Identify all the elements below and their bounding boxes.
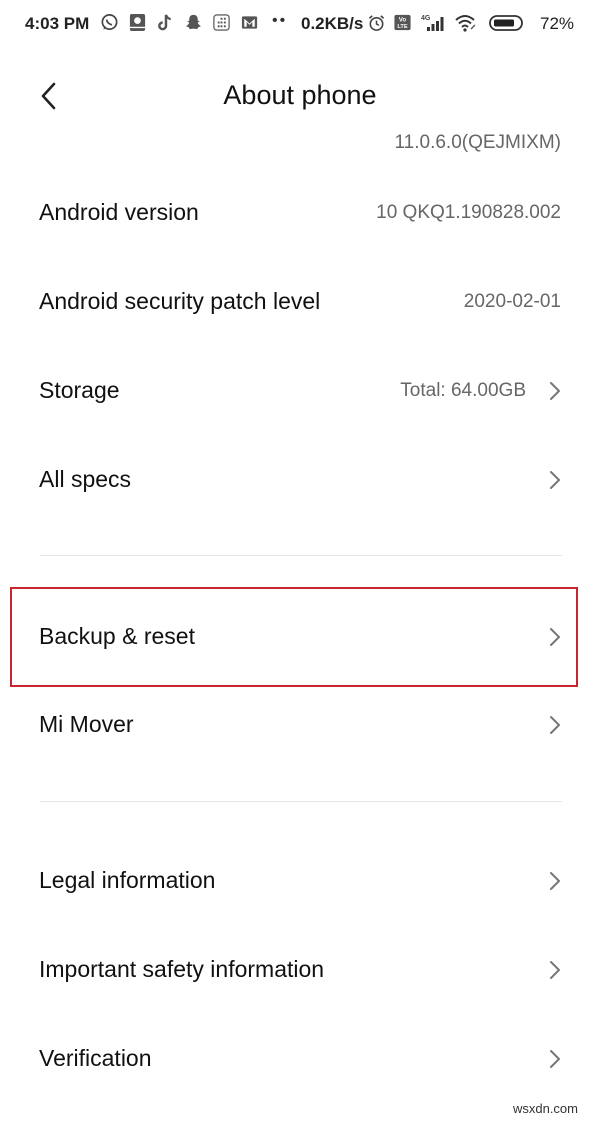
more-notifications-icon: •• <box>272 12 288 29</box>
chevron-right-icon <box>548 469 562 491</box>
status-time: 4:03 PM <box>25 14 90 33</box>
battery-percent: 72% <box>540 14 575 33</box>
row-label: Storage <box>39 377 120 403</box>
chevron-right-icon <box>548 380 562 402</box>
notification-icons <box>100 13 259 32</box>
volte-icon: Vo LTE <box>393 13 412 32</box>
row-label: Legal information <box>39 867 216 893</box>
calculator-icon <box>212 13 231 32</box>
row-all-specs[interactable]: All specs <box>0 435 600 524</box>
row-label: Verification <box>39 1045 152 1071</box>
row-label: Android security patch level <box>39 288 321 314</box>
row-label: Important safety information <box>39 956 325 982</box>
chevron-right-icon <box>548 714 562 736</box>
row-android-version[interactable]: Android version 10 QKQ1.190828.002 <box>0 168 600 257</box>
watermark: wsxdn.com <box>512 1101 578 1116</box>
svg-text:Vo: Vo <box>399 17 407 24</box>
chevron-right-icon <box>548 1048 562 1070</box>
row-value: 10 QKQ1.190828.002 <box>376 201 561 223</box>
row-mi-mover[interactable]: Mi Mover <box>0 680 600 769</box>
page-title: About phone <box>223 80 377 110</box>
section-divider <box>40 801 562 802</box>
row-label: Mi Mover <box>39 711 134 737</box>
svg-text:LTE: LTE <box>397 24 408 30</box>
row-label: All specs <box>39 466 132 492</box>
row-label: Backup & reset <box>39 623 195 649</box>
row-backup-reset[interactable]: Backup & reset <box>0 592 600 681</box>
svg-text:4G: 4G <box>421 15 431 22</box>
network-speed: 0.2KB/s <box>301 14 364 33</box>
battery-icon <box>489 13 525 32</box>
system-icons: Vo LTE 4G <box>367 13 525 32</box>
4g-signal-icon: 4G <box>419 13 447 32</box>
tiktok-icon <box>156 13 175 32</box>
whatsapp-icon <box>100 13 119 32</box>
row-security-patch-level[interactable]: Android security patch level 2020-02-01 <box>0 257 600 346</box>
gmail-icon <box>240 13 259 32</box>
app-header: About phone <box>0 60 600 132</box>
status-bar: 4:03 PM •• 0.2KB/s Vo LTE 4G 72% <box>0 0 600 52</box>
chevron-right-icon <box>548 626 562 648</box>
row-important-safety-information[interactable]: Important safety information <box>0 925 600 1014</box>
row-value: Total: 64.00GB <box>400 379 526 401</box>
row-storage[interactable]: Storage Total: 64.00GB <box>0 346 600 435</box>
section-divider <box>40 555 562 556</box>
row-legal-information[interactable]: Legal information <box>0 836 600 925</box>
row-label: Android version <box>39 199 199 225</box>
alarm-icon <box>367 13 386 32</box>
row-verification[interactable]: Verification <box>0 1014 600 1103</box>
snapchat-icon <box>184 13 203 32</box>
miui-version-value: 11.0.6.0(QEJMIXM) <box>394 132 561 153</box>
row-value: 2020-02-01 <box>463 290 561 312</box>
chevron-right-icon <box>548 870 562 892</box>
gallery-app-icon <box>128 13 147 32</box>
wifi-icon <box>454 13 478 32</box>
chevron-right-icon <box>548 959 562 981</box>
